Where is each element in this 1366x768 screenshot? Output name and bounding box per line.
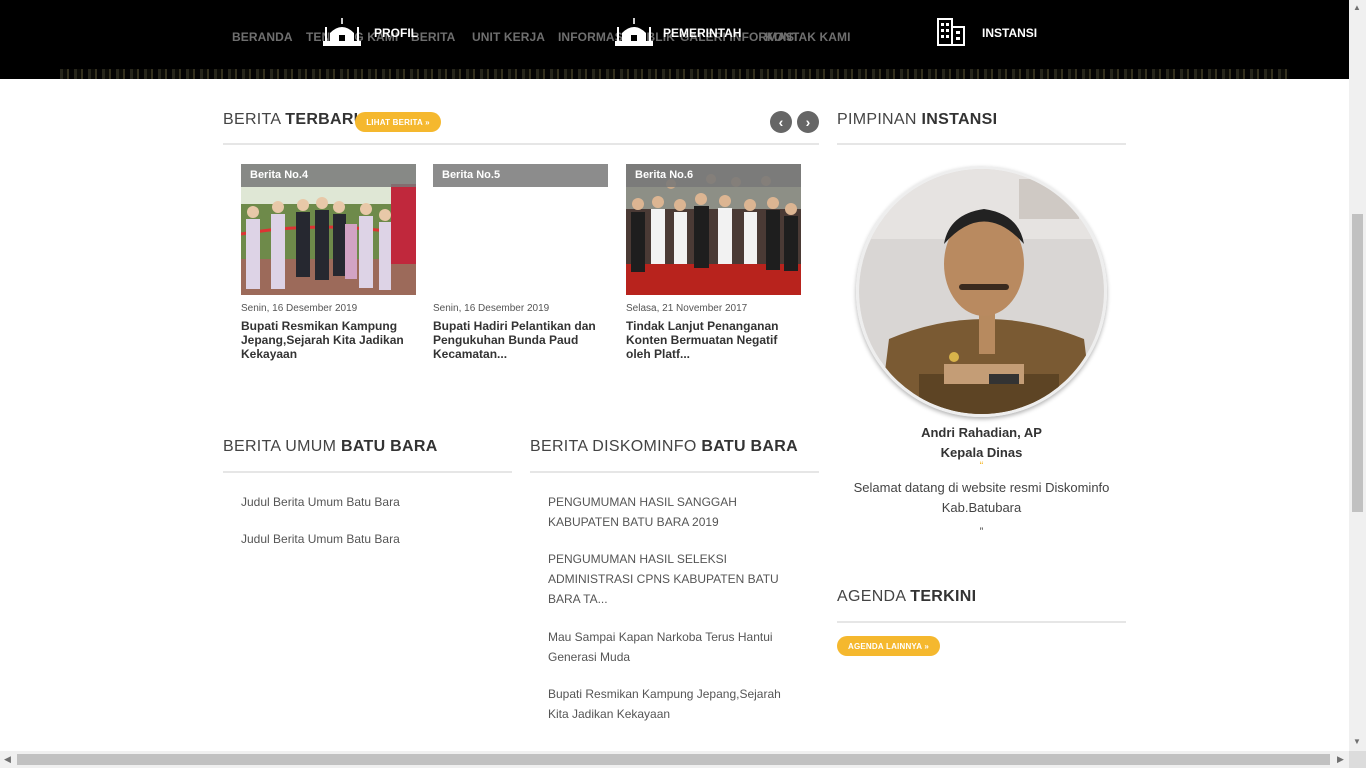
horizontal-scrollbar[interactable]: ◀ ▶	[0, 751, 1349, 768]
building-icon	[937, 18, 965, 46]
chevron-right-icon: ›	[805, 114, 811, 130]
general-news-divider	[223, 471, 512, 473]
government-mosque-icon	[615, 18, 653, 46]
news-card-date: Senin, 16 Desember 2019	[241, 303, 358, 314]
agenda-title-light: AGENDA	[837, 588, 906, 605]
leader-title-light: PIMPINAN	[837, 111, 917, 128]
leader-section-title: PIMPINAN INSTANSI	[837, 111, 997, 129]
scroll-left-icon[interactable]: ◀	[4, 754, 11, 765]
scroll-up-icon[interactable]: ▲	[1353, 3, 1361, 12]
scroll-right-icon[interactable]: ▶	[1337, 754, 1344, 765]
mega-menu-instansi[interactable]: INSTANSI	[982, 18, 1037, 48]
chevron-left-icon: ‹	[778, 114, 784, 130]
leader-photo	[859, 169, 1104, 414]
agenda-section-title: AGENDA TERKINI	[837, 588, 976, 606]
diskominfo-news-divider	[530, 471, 819, 473]
news-title-bold: TERBARU	[285, 111, 366, 128]
diskominfo-news-title-light: BERITA DISKOMINFO	[530, 438, 697, 455]
news-divider	[223, 143, 819, 145]
diskominfo-news-item[interactable]: PENGUMUMAN HASIL SELEKSI ADMINISTRASI CP…	[548, 549, 788, 609]
general-news-title-light: BERITA UMUM	[223, 438, 337, 455]
leader-portrait	[856, 166, 1107, 417]
agenda-divider	[837, 621, 1126, 623]
news-card-image[interactable]: Berita No.4	[241, 164, 416, 295]
horizontal-scrollbar-thumb[interactable]	[17, 754, 1330, 765]
mega-menu-instansi-label: INSTANSI	[982, 26, 1038, 40]
general-news-item[interactable]: Judul Berita Umum Batu Bara	[241, 492, 501, 512]
more-agenda-button[interactable]: AGENDA LAINNYA »	[837, 636, 940, 656]
leader-title-bold: INSTANSI	[921, 111, 998, 128]
view-news-button[interactable]: LIHAT BERITA »	[355, 112, 441, 132]
diskominfo-news-item[interactable]: Mau Sampai Kapan Narkoba Terus Hantui Ge…	[548, 627, 788, 667]
vertical-scrollbar[interactable]: ▲ ▼	[1349, 0, 1366, 751]
general-news-title-bold: BATU BARA	[340, 438, 438, 455]
agenda-title-bold: TERKINI	[910, 588, 977, 605]
news-card[interactable]: Berita No.6 Selasa, 21 November 2017 Tin…	[626, 164, 801, 361]
mega-menu-profil-label: PROFIL	[374, 26, 418, 40]
news-card-badge: Berita No.6	[626, 164, 801, 187]
news-card-title[interactable]: Bupati Resmikan Kampung Jepang,Sejarah K…	[241, 319, 416, 361]
carousel-prev-button[interactable]: ‹	[770, 111, 792, 133]
top-navigation: BERANDA TENTANG KAMI BERITA UNIT KERJA I…	[0, 0, 1349, 79]
diskominfo-news-item[interactable]: Bupati Resmikan Kampung Jepang,Sejarah K…	[548, 684, 788, 724]
news-card-title[interactable]: Bupati Hadiri Pelantikan dan Pengukuhan …	[433, 319, 608, 361]
header-background-texture	[60, 69, 1289, 79]
mosque-icon	[323, 18, 361, 46]
general-news-title: BERITA UMUM BATU BARA	[223, 438, 438, 456]
general-news-item[interactable]: Judul Berita Umum Batu Bara	[241, 529, 501, 549]
leader-message: Selamat datang di website resmi Diskomin…	[853, 480, 1110, 515]
mega-menu-pemerintah[interactable]: PEMERINTAH	[663, 18, 741, 48]
leader-name: Andri Rahadian, AP	[921, 425, 1042, 440]
diskominfo-news-item[interactable]: PENGUMUMAN HASIL SANGGAH KABUPATEN BATU …	[548, 492, 798, 532]
news-title-light: BERITA	[223, 111, 281, 128]
leader-divider	[837, 143, 1126, 145]
scrollbar-corner	[1349, 751, 1366, 768]
news-card-date: Selasa, 21 November 2017	[626, 303, 748, 314]
news-card-badge: Berita No.4	[241, 164, 416, 187]
news-card-badge: Berita No.5	[433, 164, 608, 187]
news-card-image[interactable]: Berita No.6	[626, 164, 801, 295]
vertical-scrollbar-thumb[interactable]	[1352, 214, 1363, 512]
diskominfo-news-title-bold: BATU BARA	[701, 438, 798, 455]
mega-menu-profil[interactable]: PROFIL	[374, 18, 418, 48]
quote-open-mark: “	[979, 460, 984, 472]
nav-unit-kerja[interactable]: UNIT KERJA	[472, 30, 545, 44]
news-section-title: BERITA TERBARU	[223, 111, 366, 129]
quote-close-mark: ”	[979, 526, 984, 538]
news-card-date: Senin, 16 Desember 2019	[433, 303, 550, 314]
news-card[interactable]: Berita No.5 Senin, 16 Desember 2019 Bupa…	[433, 164, 608, 361]
nav-kontak-kami[interactable]: KONTAK KAMI	[765, 30, 851, 44]
diskominfo-news-title: BERITA DISKOMINFO BATU BARA	[530, 438, 798, 456]
nav-beranda[interactable]: BERANDA	[232, 30, 293, 44]
page: BERANDA TENTANG KAMI BERITA UNIT KERJA I…	[0, 0, 1349, 751]
mega-menu-pemerintah-label: PEMERINTAH	[663, 26, 742, 40]
scroll-down-icon[interactable]: ▼	[1353, 737, 1361, 746]
news-card-title[interactable]: Tindak Lanjut Penanganan Konten Bermuata…	[626, 319, 801, 361]
news-card-image[interactable]: Berita No.5	[433, 164, 608, 295]
news-card[interactable]: Berita No.4 Senin, 16 Desember 2019 Bupa…	[241, 164, 416, 361]
carousel-next-button[interactable]: ›	[797, 111, 819, 133]
